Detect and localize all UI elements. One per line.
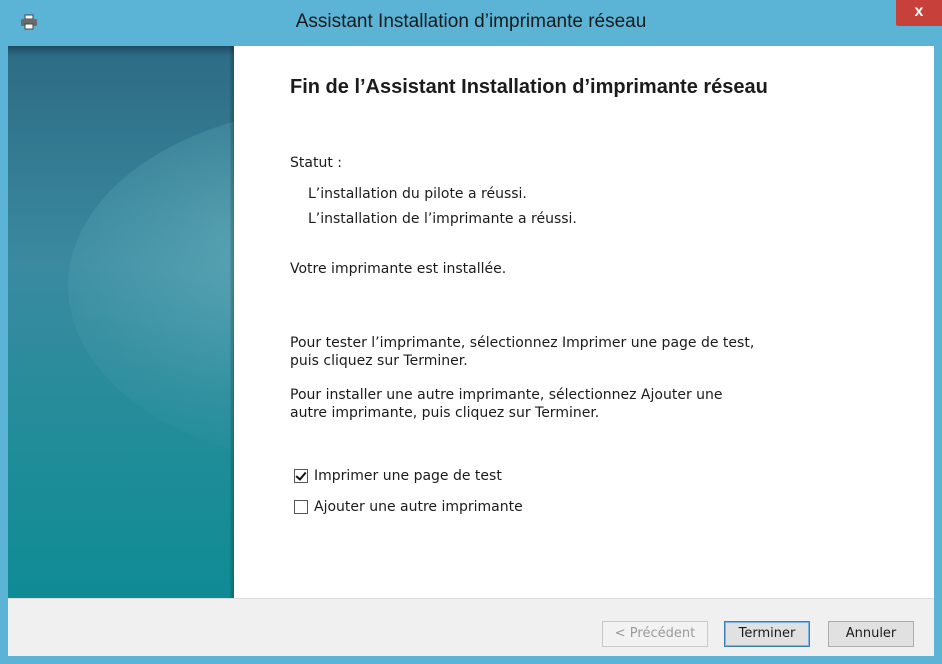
- print-test-page-option[interactable]: Imprimer une page de test: [294, 466, 502, 486]
- back-button[interactable]: < Précédent: [602, 621, 708, 647]
- test-instructions-line2: puis cliquez sur Terminer.: [290, 353, 468, 369]
- cancel-button[interactable]: Annuler: [828, 621, 914, 647]
- print-test-page-checkbox[interactable]: [294, 469, 308, 483]
- title-bar[interactable]: Assistant Installation d’imprimante rése…: [0, 0, 942, 46]
- window-title: Assistant Installation d’imprimante rése…: [295, 11, 647, 32]
- wizard-footer: < Précédent Terminer Annuler: [8, 598, 934, 656]
- wizard-content: Fin de l’Assistant Installation d’imprim…: [234, 46, 934, 598]
- add-printer-option[interactable]: Ajouter une autre imprimante: [294, 497, 523, 517]
- print-test-page-label[interactable]: Imprimer une page de test: [314, 468, 502, 484]
- close-button[interactable]: x: [896, 0, 942, 26]
- add-printer-label[interactable]: Ajouter une autre imprimante: [314, 499, 523, 515]
- wizard-banner: [8, 46, 234, 598]
- wizard-client: Fin de l’Assistant Installation d’imprim…: [8, 46, 934, 656]
- page-title: Fin de l’Assistant Installation d’imprim…: [290, 76, 768, 98]
- installed-message: Votre imprimante est installée.: [290, 261, 507, 277]
- wizard-window: Assistant Installation d’imprimante rése…: [0, 0, 942, 664]
- add-printer-checkbox[interactable]: [294, 500, 308, 514]
- finish-button[interactable]: Terminer: [724, 621, 810, 647]
- status-printer: L’installation de l’imprimante a réussi.: [308, 211, 577, 227]
- status-driver: L’installation du pilote a réussi.: [308, 186, 527, 202]
- test-instructions-line1: Pour tester l’imprimante, sélectionnez I…: [290, 335, 755, 351]
- close-icon: x: [914, 3, 924, 20]
- add-instructions-line2: autre imprimante, puis cliquez sur Termi…: [290, 405, 600, 421]
- status-label: Statut :: [290, 155, 342, 171]
- add-instructions-line1: Pour installer une autre imprimante, sél…: [290, 387, 723, 403]
